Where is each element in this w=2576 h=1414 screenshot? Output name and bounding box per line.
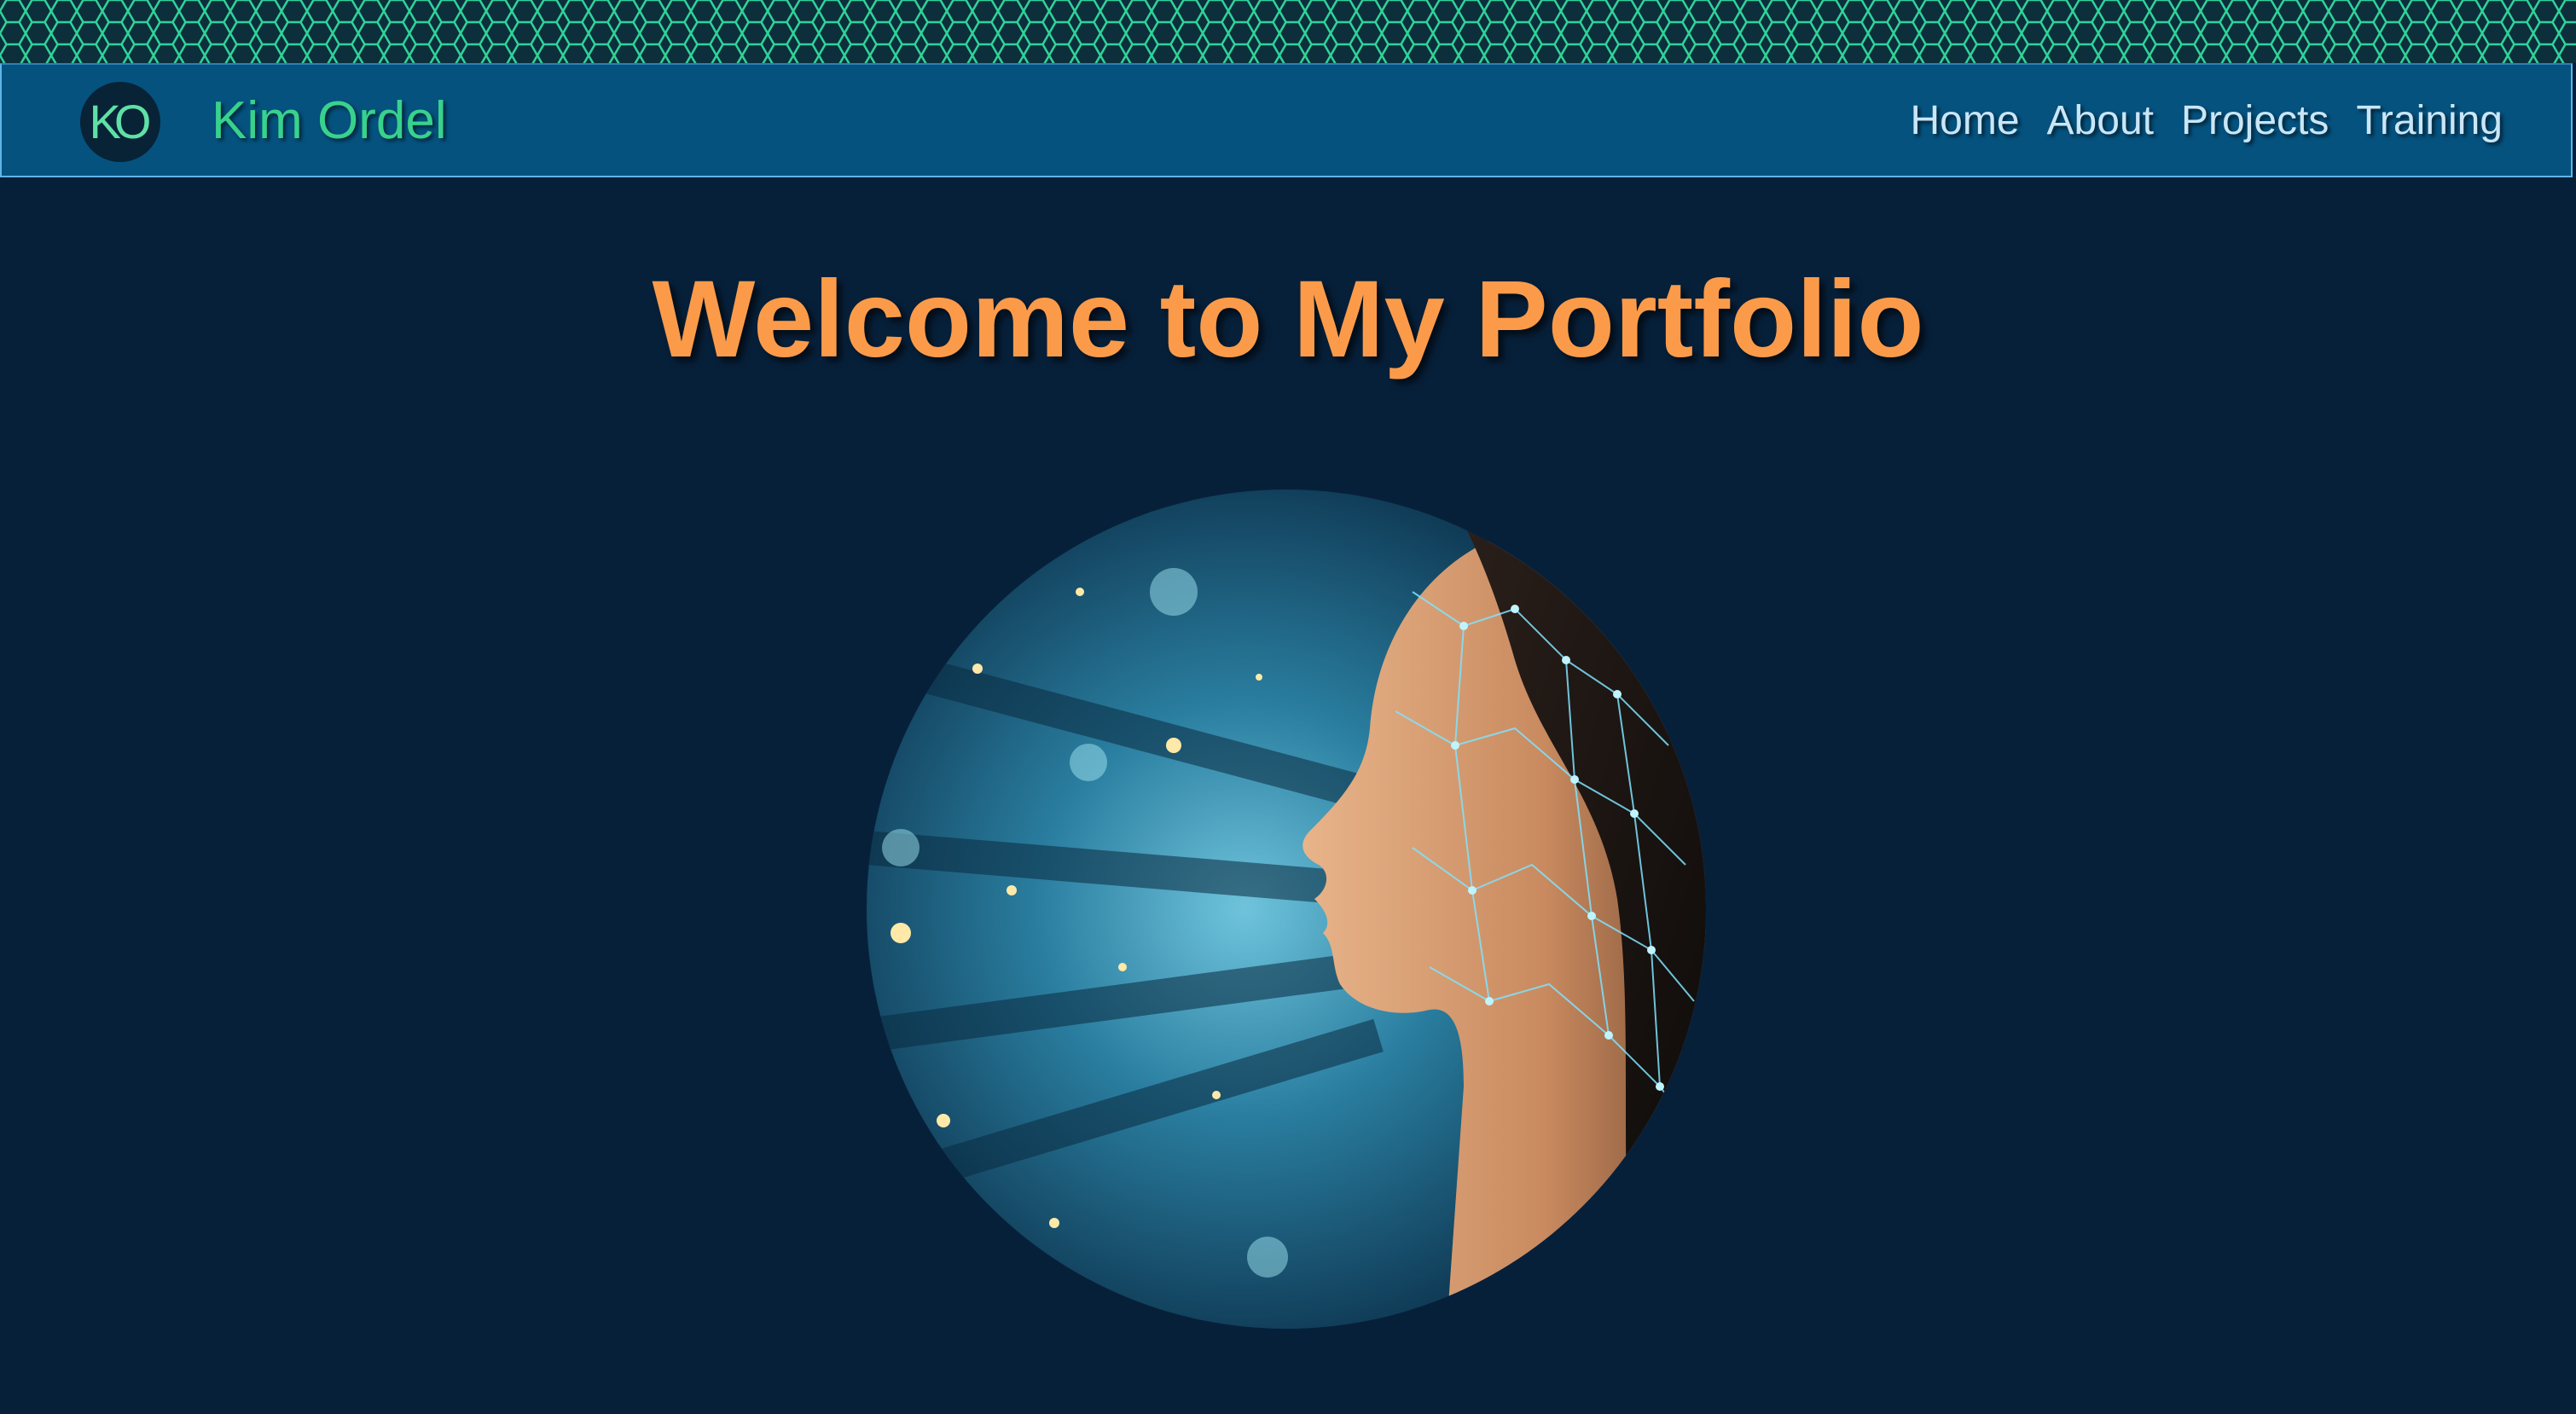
nav-link-training[interactable]: Training	[2356, 96, 2503, 147]
nav-links: Home About Projects Training	[1910, 96, 2503, 147]
nav-link-about[interactable]: About	[2047, 96, 2154, 147]
brand-name[interactable]: Kim Ordel	[212, 90, 447, 152]
nav-link-home[interactable]: Home	[1910, 96, 2019, 147]
logo-badge[interactable]: KO	[80, 82, 160, 162]
page-title: Welcome to My Portfolio	[652, 258, 1924, 380]
top-navbar: KO Kim Ordel Home About Projects Trainin…	[0, 63, 2573, 177]
nav-link-projects[interactable]: Projects	[2181, 96, 2329, 147]
hexagon-pattern-banner	[0, 0, 2576, 63]
hero-profile-image	[867, 490, 1706, 1329]
page: KO Kim Ordel Home About Projects Trainin…	[0, 0, 2576, 1414]
